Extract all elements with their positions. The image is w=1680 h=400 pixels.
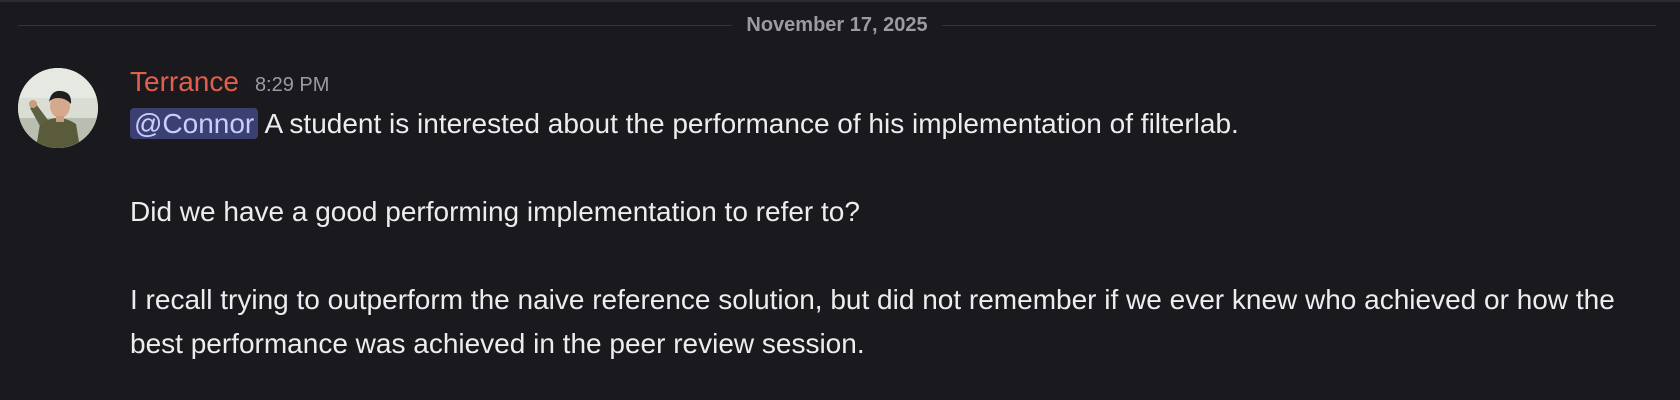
message-content: Terrance 8:29 PM @Connor A student is in… bbox=[130, 66, 1655, 366]
author-name[interactable]: Terrance bbox=[130, 66, 239, 98]
message-text-1: A student is interested about the perfor… bbox=[264, 108, 1239, 139]
user-mention[interactable]: @Connor bbox=[130, 108, 259, 139]
message-header: Terrance 8:29 PM bbox=[130, 66, 1655, 102]
message-line-1: @Connor A student is interested about th… bbox=[130, 102, 1655, 146]
divider-line-left bbox=[18, 24, 733, 26]
divider-date: November 17, 2025 bbox=[746, 13, 928, 36]
avatar[interactable] bbox=[18, 68, 98, 148]
top-edge bbox=[0, 0, 1680, 2]
date-divider: November 17, 2025 bbox=[18, 13, 1657, 36]
avatar-photo-icon bbox=[18, 68, 98, 148]
message-line-2: Did we have a good performing implementa… bbox=[130, 196, 860, 227]
message-line-3: I recall trying to outperform the naive … bbox=[130, 284, 1615, 359]
message-timestamp[interactable]: 8:29 PM bbox=[255, 74, 329, 97]
message-body: @Connor A student is interested about th… bbox=[130, 102, 1655, 366]
divider-line-right bbox=[941, 24, 1657, 26]
